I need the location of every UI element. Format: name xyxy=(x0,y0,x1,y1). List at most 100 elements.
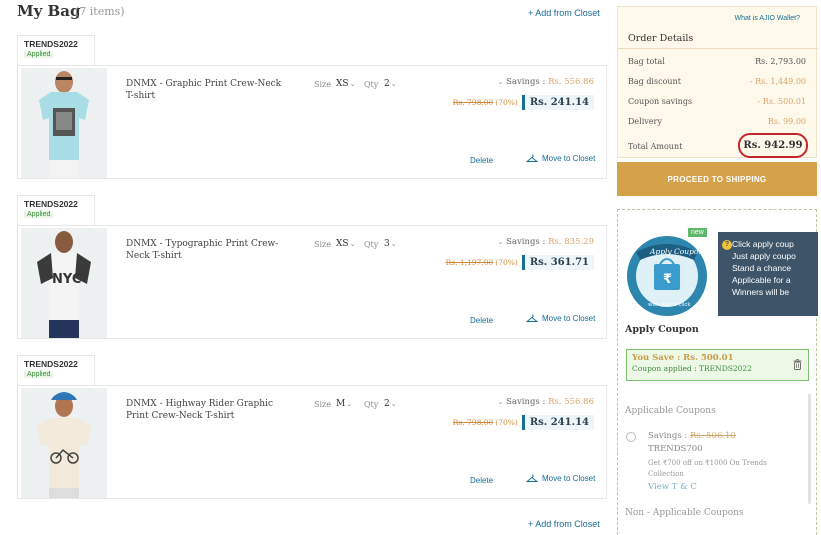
art-caption: with just a click xyxy=(648,302,691,308)
move-to-closet-label: Move to Closet xyxy=(542,154,596,163)
art-label: Apply Coupon xyxy=(649,247,703,256)
apply-coupon-title[interactable]: Apply Coupon xyxy=(625,324,699,335)
chevron-down-icon: ⌄ xyxy=(346,400,353,408)
applicable-coupons-heading: Applicable Coupons xyxy=(625,406,716,416)
add-from-closet-link-bottom[interactable]: + Add from Closet xyxy=(528,519,600,529)
coupon-savings-label: Savings : xyxy=(648,431,688,441)
coupon-savings-value: Rs. 506.10 xyxy=(689,431,736,441)
coupon-description: Get ₹700 off on ₹1000 On Trends Collecti… xyxy=(648,459,767,478)
wallet-info-link[interactable]: What is AJIO Wallet? xyxy=(735,15,800,22)
coupon-panel: Apply Coupon ₹ with just a click new ? C… xyxy=(617,209,818,535)
tooltip-line: Stand a chance xyxy=(732,263,792,273)
move-to-closet-button[interactable]: Move to Closet xyxy=(526,314,595,323)
chevron-down-icon[interactable]: ⌄ xyxy=(498,398,504,406)
item-count: (7 items) xyxy=(75,5,125,18)
move-to-closet-label: Move to Closet xyxy=(542,314,596,323)
coupon-code: TRENDS2022 xyxy=(24,39,78,49)
savings-value: Rs. 556.86 xyxy=(548,77,594,87)
product-name[interactable]: DNMX - Typographic Print Crew-Neck T-shi… xyxy=(126,238,291,262)
trash-icon xyxy=(793,359,802,370)
order-row-delivery: Delivery Rs. 99.00 xyxy=(628,117,806,126)
size-value: XS xyxy=(336,79,349,89)
item-coupon-tag: TRENDS2022 Applied xyxy=(17,195,95,225)
new-badge: new xyxy=(688,228,707,237)
tooltip-line: Just apply coupo xyxy=(732,251,796,261)
size-label: Size xyxy=(314,400,331,409)
item-card: DNMX - Graphic Print Crew-Neck T-shirt S… xyxy=(17,65,607,179)
chevron-down-icon[interactable]: ⌄ xyxy=(498,78,504,86)
coupon-applied-badge: Applied xyxy=(24,211,54,218)
coupon-list-scrollbar[interactable] xyxy=(808,394,811,504)
qty-selector[interactable]: 2⌄ xyxy=(384,399,397,409)
move-to-closet-button[interactable]: Move to Closet xyxy=(526,474,595,483)
chevron-down-icon[interactable]: ⌄ xyxy=(498,238,504,246)
tooltip-line: Applicable for a xyxy=(732,275,791,285)
chevron-down-icon: ⌄ xyxy=(390,80,397,88)
coupon-radio-button[interactable] xyxy=(626,432,636,442)
order-row-coupon-savings: Coupon savings - Rs. 500.01 xyxy=(628,97,806,106)
apply-coupon-promo[interactable]: Apply Coupon ₹ with just a click xyxy=(626,230,708,320)
non-applicable-coupons-heading: Non - Applicable Coupons xyxy=(625,508,744,518)
size-value: XS xyxy=(336,239,349,249)
size-label: Size xyxy=(314,240,331,249)
product-name[interactable]: DNMX - Highway Rider Graphic Print Crew-… xyxy=(126,398,291,422)
divider xyxy=(618,48,818,49)
item-coupon-tag: TRENDS2022 Applied xyxy=(17,35,95,65)
qty-value: 2 xyxy=(384,399,390,409)
product-image[interactable]: NYC xyxy=(21,228,107,338)
chevron-down-icon: ⌄ xyxy=(349,80,356,88)
delete-button[interactable]: Delete xyxy=(470,156,493,165)
svg-text:₹: ₹ xyxy=(663,272,672,287)
order-row-bag-total: Bag total Rs. 2,793.00 xyxy=(628,57,806,66)
proceed-to-shipping-button[interactable]: PROCEED TO SHIPPING xyxy=(617,162,817,196)
final-price: Rs. 361.71 xyxy=(521,255,594,270)
qty-value: 2 xyxy=(384,79,390,89)
coupon-applied-badge: Applied xyxy=(24,51,54,58)
size-selector[interactable]: XS⌄ xyxy=(336,79,355,89)
item-card: DNMX - Highway Rider Graphic Print Crew-… xyxy=(17,385,607,499)
chevron-down-icon: ⌄ xyxy=(390,240,397,248)
view-tc-link[interactable]: View T & C xyxy=(648,482,697,492)
discount-percent: (70%) xyxy=(495,258,518,267)
row-label: Bag total xyxy=(628,57,665,66)
savings-label: Savings : xyxy=(506,397,546,407)
row-value: - Rs. 1,449.00 xyxy=(749,77,806,86)
remove-coupon-button[interactable] xyxy=(793,359,802,373)
product-image[interactable] xyxy=(21,388,107,498)
bag-item: TRENDS2022 Applied NYC DNMX - Typographi… xyxy=(17,195,607,341)
you-save-text: You Save : Rs. 500.01 xyxy=(632,353,734,363)
item-coupon-tag: TRENDS2022 Applied xyxy=(17,355,95,385)
order-details-title: Order Details xyxy=(628,33,694,44)
total-amount-label: Total Amount xyxy=(628,142,683,151)
total-amount-value: Rs. 942.99 xyxy=(738,133,808,158)
item-savings: ⌄ Savings : Rs. 556.86 xyxy=(497,77,594,87)
add-from-closet-link-top[interactable]: + Add from Closet xyxy=(528,8,600,18)
delete-button[interactable]: Delete xyxy=(470,476,493,485)
bag-item: TRENDS2022 Applied DNMX - Highway Rider … xyxy=(17,355,607,501)
qty-selector[interactable]: 2⌄ xyxy=(384,79,397,89)
row-value: Rs. 2,793.00 xyxy=(755,57,806,66)
mrp-price: Rs. 798.00 xyxy=(452,418,494,427)
savings-label: Savings : xyxy=(506,237,546,247)
size-label: Size xyxy=(314,80,331,89)
qty-label: Qty xyxy=(364,400,379,409)
qty-selector[interactable]: 3⌄ xyxy=(384,239,397,249)
qty-value: 3 xyxy=(384,239,390,249)
size-selector[interactable]: XS⌄ xyxy=(336,239,355,249)
chevron-down-icon: ⌄ xyxy=(349,240,356,248)
size-selector[interactable]: M⌄ xyxy=(336,399,352,409)
product-image[interactable] xyxy=(21,68,107,178)
product-name[interactable]: DNMX - Graphic Print Crew-Neck T-shirt xyxy=(126,78,291,102)
final-price: Rs. 241.14 xyxy=(521,95,594,110)
hanger-icon xyxy=(526,314,538,322)
delete-button[interactable]: Delete xyxy=(470,316,493,325)
qty-label: Qty xyxy=(364,240,379,249)
price-row: Rs. 798.00 (70%) Rs. 241.14 xyxy=(453,415,594,430)
row-label: Coupon savings xyxy=(628,97,693,106)
row-value: Rs. 99.00 xyxy=(767,117,806,126)
order-row-bag-discount: Bag discount - Rs. 1,449.00 xyxy=(628,77,806,86)
hanger-icon xyxy=(526,154,538,162)
move-to-closet-button[interactable]: Move to Closet xyxy=(526,154,595,163)
row-label: Delivery xyxy=(628,117,662,126)
item-savings: ⌄ Savings : Rs. 556.86 xyxy=(497,397,594,407)
